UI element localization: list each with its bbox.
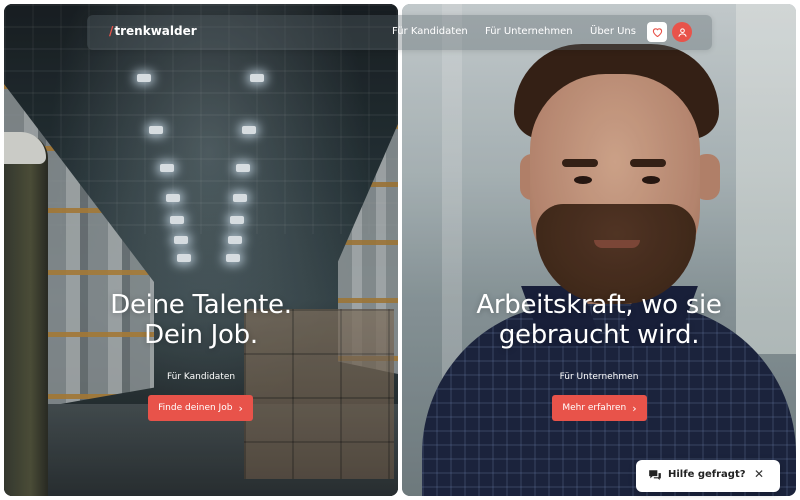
find-job-button[interactable]: Finde deinen Job ›: [148, 395, 253, 421]
top-navigation: /trenkwalder Für Kandidaten Für Unterneh…: [87, 15, 712, 50]
help-label: Hilfe gefragt?: [668, 469, 746, 480]
nav-link-companies[interactable]: Für Unternehmen: [485, 26, 573, 37]
learn-more-button[interactable]: Mehr erfahren ›: [552, 395, 647, 421]
hero-subtitle-candidates: Für Kandidaten: [166, 372, 236, 382]
hero-title-companies: Arbeitskraft, wo sie gebraucht wird.: [476, 290, 722, 350]
trenkwalder-logo[interactable]: /trenkwalder: [109, 24, 197, 38]
chevron-right-icon: ›: [632, 401, 637, 415]
close-icon[interactable]: ✕: [754, 467, 764, 481]
nav-link-about[interactable]: Über Uns: [590, 26, 636, 37]
favorites-button[interactable]: [647, 22, 667, 42]
heart-icon: [652, 28, 662, 37]
hero-subtitle-companies: Für Unternehmen: [559, 372, 639, 382]
companies-hero-panel: Arbeitskraft, wo sie gebraucht wird. Für…: [402, 4, 796, 496]
nav-link-candidates[interactable]: Für Kandidaten: [392, 26, 468, 37]
hero-title-candidates: Deine Talente. Dein Job.: [110, 290, 292, 350]
candidates-hero-panel: Deine Talente. Dein Job. Für Kandidaten …: [4, 4, 398, 496]
user-icon: [677, 27, 687, 37]
chevron-right-icon: ›: [238, 401, 243, 415]
help-chat-widget[interactable]: Hilfe gefragt? ✕: [636, 460, 780, 492]
chat-icon: [649, 470, 661, 481]
account-button[interactable]: [672, 22, 692, 42]
